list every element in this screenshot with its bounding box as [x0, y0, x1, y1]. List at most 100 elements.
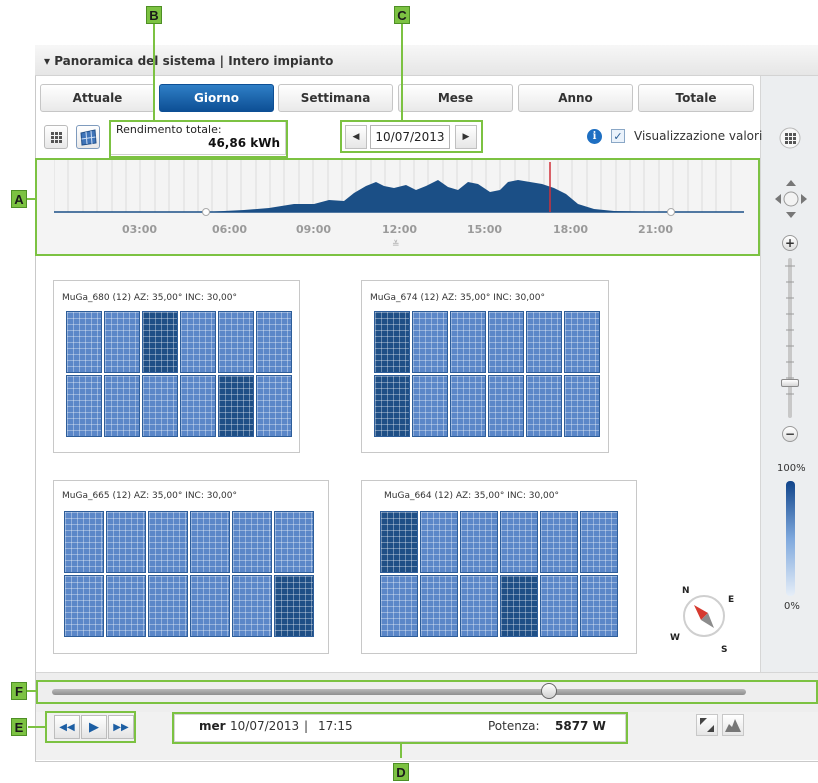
rewind-button[interactable]: ◀◀ [54, 715, 80, 739]
grid-toggle-button[interactable] [778, 126, 802, 150]
window-title[interactable]: ▾ Panoramica del sistema | Intero impian… [44, 54, 333, 68]
zoom-out-button[interactable]: − [782, 426, 798, 442]
pv-module[interactable] [190, 575, 230, 637]
pv-module[interactable] [420, 511, 458, 573]
string-panel[interactable]: MuGa_665 (12) AZ: 35,00° INC: 30,00° [53, 480, 329, 654]
pan-control[interactable] [774, 179, 808, 219]
pv-module[interactable] [218, 375, 254, 437]
pv-module[interactable] [412, 311, 448, 373]
pan-down-icon[interactable] [786, 212, 796, 218]
callout-a-line [27, 198, 36, 200]
status-power-label: Potenza: [488, 719, 540, 733]
pv-module[interactable] [142, 311, 178, 373]
pv-module[interactable] [374, 375, 410, 437]
pv-module[interactable] [564, 311, 600, 373]
pv-module[interactable] [104, 311, 140, 373]
pv-module[interactable] [580, 575, 618, 637]
pv-module[interactable] [450, 375, 486, 437]
pv-module[interactable] [232, 575, 272, 637]
pv-module[interactable] [526, 375, 562, 437]
zoom-slider-handle[interactable] [781, 379, 799, 387]
pv-module[interactable] [564, 375, 600, 437]
pv-module[interactable] [66, 375, 102, 437]
time-slider-knob[interactable] [541, 683, 557, 699]
callout-f-line [27, 690, 36, 692]
panel-title: MuGa_664 (12) AZ: 35,00° INC: 30,00° [384, 491, 560, 501]
pan-up-icon[interactable] [786, 180, 796, 186]
chart-view-button[interactable] [722, 714, 744, 736]
pv-module[interactable] [460, 575, 498, 637]
tab-settimana[interactable]: Settimana [278, 84, 393, 112]
pv-module[interactable] [380, 575, 418, 637]
pv-module[interactable] [380, 511, 418, 573]
pv-module[interactable] [142, 375, 178, 437]
show-values-checkbox[interactable]: ✓ [611, 129, 625, 143]
pv-module[interactable] [148, 575, 188, 637]
fast-forward-icon: ▶▶ [113, 721, 129, 733]
total-yield-value: 46,86 kWh [208, 136, 280, 150]
pv-module[interactable] [488, 311, 524, 373]
string-panel[interactable]: MuGa_674 (12) AZ: 35,00° INC: 30,00° [361, 280, 609, 453]
pv-module[interactable] [64, 511, 104, 573]
pv-module[interactable] [274, 511, 314, 573]
pv-module[interactable] [374, 311, 410, 373]
pv-module[interactable] [412, 375, 448, 437]
pv-module[interactable] [580, 511, 618, 573]
pv-module[interactable] [500, 575, 538, 637]
pv-module[interactable] [218, 311, 254, 373]
tab-giorno[interactable]: Giorno [159, 84, 274, 112]
grid-view-button[interactable] [44, 125, 68, 149]
tab-attuale[interactable]: Attuale [40, 84, 155, 112]
time-slider-track[interactable] [52, 689, 746, 695]
tab-anno[interactable]: Anno [518, 84, 633, 112]
pv-module[interactable] [460, 511, 498, 573]
pv-module[interactable] [106, 511, 146, 573]
pv-module[interactable] [500, 511, 538, 573]
play-button[interactable]: ▶ [81, 715, 107, 739]
panel-view-button[interactable] [76, 125, 100, 149]
sunrise-icon [202, 208, 210, 216]
pv-module[interactable] [526, 311, 562, 373]
callout-d-label: D [393, 763, 409, 781]
status-power-value: 5877 W [555, 719, 606, 733]
pan-center-icon[interactable] [783, 191, 799, 207]
zoom-in-button[interactable]: + [782, 235, 798, 251]
fullscreen-button[interactable] [696, 714, 718, 736]
next-date-button[interactable]: ▶ [455, 125, 477, 149]
zoom-ticks [785, 265, 795, 395]
panel-title: MuGa_665 (12) AZ: 35,00° INC: 30,00° [62, 491, 238, 501]
pv-module[interactable] [66, 311, 102, 373]
pv-module[interactable] [256, 375, 292, 437]
pv-module[interactable] [232, 511, 272, 573]
info-icon[interactable]: i [587, 129, 602, 144]
date-field[interactable]: 10/07/2013 [370, 125, 450, 149]
resize-handle-icon[interactable]: ≚ [392, 240, 400, 250]
pv-module[interactable] [540, 511, 578, 573]
pv-module[interactable] [106, 575, 146, 637]
show-values-label[interactable]: Visualizzazione valori [634, 129, 762, 143]
pv-module[interactable] [540, 575, 578, 637]
pv-module[interactable] [274, 575, 314, 637]
tab-totale[interactable]: Totale [638, 84, 754, 112]
pv-module[interactable] [104, 375, 140, 437]
string-panel[interactable]: MuGa_680 (12) AZ: 35,00° INC: 30,00° [53, 280, 300, 453]
timeline-chart[interactable] [54, 160, 744, 220]
grid-icon [51, 132, 62, 143]
string-panel[interactable]: MuGa_664 (12) AZ: 35,00° INC: 30,00° [361, 480, 637, 654]
pv-module[interactable] [180, 375, 216, 437]
pan-left-icon[interactable] [775, 194, 781, 204]
pan-right-icon[interactable] [801, 194, 807, 204]
tab-mese[interactable]: Mese [398, 84, 513, 112]
pv-module[interactable] [420, 575, 458, 637]
pv-module[interactable] [190, 511, 230, 573]
pv-module[interactable] [450, 311, 486, 373]
compass-icon: N E S W [670, 586, 734, 655]
compass-south: S [721, 645, 727, 655]
prev-date-button[interactable]: ◀ [345, 125, 367, 149]
pv-module[interactable] [488, 375, 524, 437]
fast-forward-button[interactable]: ▶▶ [108, 715, 134, 739]
pv-module[interactable] [256, 311, 292, 373]
pv-module[interactable] [148, 511, 188, 573]
pv-module[interactable] [64, 575, 104, 637]
pv-module[interactable] [180, 311, 216, 373]
